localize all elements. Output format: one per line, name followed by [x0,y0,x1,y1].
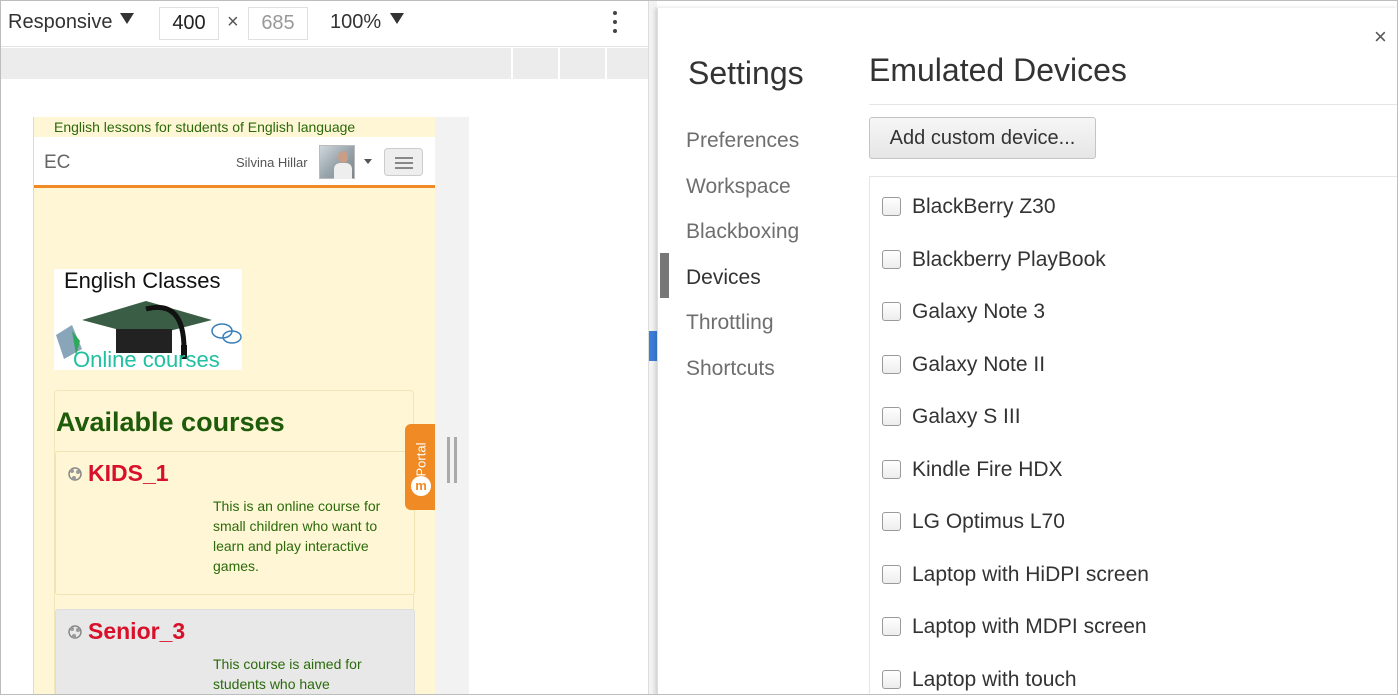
device-checkbox[interactable] [882,302,901,321]
device-checkbox[interactable] [882,670,901,689]
divider [869,104,1397,105]
settings-title: Settings [688,55,804,91]
add-custom-device-button[interactable]: Add custom device... [869,117,1096,159]
list-item[interactable]: Laptop with MDPI screen [870,599,1397,651]
viewport-width-input[interactable]: 400 [159,7,219,40]
zoom-chevron-down-icon[interactable] [390,13,404,24]
list-item[interactable]: BlackBerry Z30 [870,179,1397,231]
course-icon [68,467,82,481]
device-label[interactable]: Laptop with HiDPI screen [912,563,1149,587]
active-nav-indicator [660,253,669,298]
resize-handle-icon[interactable] [447,437,459,483]
avatar[interactable] [319,145,355,179]
device-checkbox[interactable] [882,355,901,374]
nav-item-throttling[interactable]: Throttling [686,311,774,335]
portal-tab-button[interactable]: Portal m [405,424,435,510]
site-brand-link[interactable]: EC [44,152,70,174]
course-card: KIDS_1 This is an online course for smal… [55,451,415,595]
portal-logo-icon: m [411,476,431,496]
splitter-highlight [649,331,657,361]
nav-item-preferences[interactable]: Preferences [686,129,799,153]
device-label[interactable]: Galaxy Note II [912,353,1045,377]
course-description: This course is aimed for students who ha… [213,656,362,692]
device-label[interactable]: Laptop with touch [912,668,1077,692]
course-card: Senior_3 This course is aimed for studen… [55,609,415,694]
nav-item-shortcuts[interactable]: Shortcuts [686,357,775,381]
settings-dialog: Settings × Preferences Workspace Blackbo… [657,8,1397,694]
available-courses-section: Available courses KIDS_1 This is an onli… [54,390,415,694]
course-title-link[interactable]: Senior_3 [88,618,185,645]
list-item[interactable]: Blackberry PlayBook [870,232,1397,284]
list-item[interactable]: Laptop with HiDPI screen [870,547,1397,599]
list-item[interactable]: Kindle Fire HDX [870,442,1397,494]
device-label[interactable]: Galaxy Note 3 [912,300,1045,324]
device-list[interactable]: BlackBerry Z30 Blackberry PlayBook Galax… [869,176,1397,694]
device-checkbox[interactable] [882,565,901,584]
site-navbar: EC Silvina Hillar [34,137,435,188]
device-checkbox[interactable] [882,407,901,426]
viewport-height-input[interactable]: 685 [248,7,308,40]
media-query-ruler[interactable] [1,48,649,79]
device-checkbox[interactable] [882,617,901,636]
more-options-icon[interactable] [611,11,619,37]
viewport-resize-area[interactable] [434,117,469,694]
device-checkbox[interactable] [882,460,901,479]
course-icon [68,625,82,639]
hamburger-menu-button[interactable] [384,148,423,176]
emulated-page: English lessons for students of English … [33,117,435,694]
device-toolbar: Responsive 400 × 685 100% [1,1,649,47]
list-item[interactable]: Galaxy Note 3 [870,284,1397,336]
ruler-divider [605,48,607,79]
section-heading: Available courses [56,407,285,437]
device-checkbox[interactable] [882,512,901,531]
portal-label: Portal [413,442,429,477]
list-item[interactable]: Laptop with touch [870,652,1397,694]
dimension-separator: × [227,11,239,33]
device-checkbox[interactable] [882,197,901,216]
device-label[interactable]: Laptop with MDPI screen [912,615,1147,639]
list-item[interactable]: Galaxy Note II [870,337,1397,389]
logo-subtitle: Online courses [73,347,220,370]
device-label[interactable]: Galaxy S III [912,405,1021,429]
site-tagline: English lessons for students of English … [54,119,356,135]
ruler-divider [511,48,513,79]
list-item[interactable]: LG Optimus L70 [870,494,1397,546]
device-label[interactable]: LG Optimus L70 [912,510,1065,534]
section-title: Emulated Devices [869,52,1127,88]
device-label[interactable]: BlackBerry Z30 [912,195,1056,219]
nav-item-blackboxing[interactable]: Blackboxing [686,220,799,244]
device-label[interactable]: Kindle Fire HDX [912,458,1063,482]
device-label[interactable]: Blackberry PlayBook [912,248,1106,272]
course-description: This is an online course for small child… [213,498,381,574]
list-item[interactable]: Galaxy S III [870,389,1397,441]
nav-item-devices[interactable]: Devices [686,266,761,290]
device-mode-select[interactable]: Responsive [8,11,113,34]
zoom-select[interactable]: 100% [330,11,381,34]
nav-item-workspace[interactable]: Workspace [686,175,791,199]
close-icon[interactable]: × [1374,26,1387,48]
window-frame: Responsive 400 × 685 100% English lesson… [0,0,1398,695]
user-menu-caret-icon[interactable] [364,159,372,164]
ruler-divider [558,48,560,79]
course-title-link[interactable]: KIDS_1 [88,460,169,487]
device-checkbox[interactable] [882,250,901,269]
device-mode-chevron-down-icon[interactable] [120,13,134,24]
user-menu-name[interactable]: Silvina Hillar [236,155,308,170]
site-logo: English Classes Online courses [54,269,242,370]
